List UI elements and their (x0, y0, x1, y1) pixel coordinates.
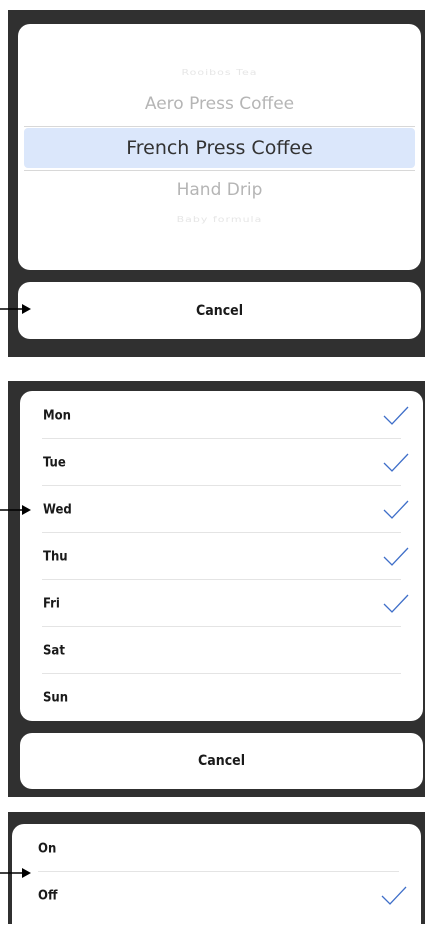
onoff-sheet: On Off (8, 812, 425, 934)
picker-line-top (24, 126, 415, 127)
day-label: Wed (43, 502, 72, 517)
cancel-button-label: Cancel (195, 302, 244, 319)
day-label: Sat (43, 643, 65, 658)
picker-item[interactable]: Rooibos Tea (18, 68, 421, 77)
checkmark-icon (383, 453, 409, 472)
day-label: Tue (43, 455, 66, 470)
picker-item-selected[interactable]: French Press Coffee (18, 137, 421, 159)
onoff-list: On Off (12, 824, 421, 934)
option-row-on[interactable]: On (12, 825, 421, 872)
cancel-button[interactable]: Cancel (18, 282, 421, 339)
days-list: Mon Tue Wed Thu Fri Sat Sun (20, 391, 423, 721)
day-row-mon[interactable]: Mon (20, 392, 423, 439)
option-label: On (38, 841, 57, 856)
day-label: Thu (43, 549, 68, 564)
checkmark-icon (383, 594, 409, 613)
picker-item[interactable]: Baby formula (18, 215, 421, 224)
option-label: Off (38, 888, 58, 903)
days-sheet: Mon Tue Wed Thu Fri Sat Sun Cancel (8, 381, 425, 797)
day-label: Sun (43, 690, 69, 705)
day-row-wed[interactable]: Wed (20, 486, 423, 533)
day-row-thu[interactable]: Thu (20, 533, 423, 580)
picker-item[interactable]: Hand Drip (18, 180, 421, 200)
arrow-right-icon (0, 505, 31, 515)
cancel-button[interactable]: Cancel (20, 733, 423, 789)
arrow-right-icon (0, 304, 31, 314)
cancel-button-label: Cancel (197, 753, 246, 769)
picker-wheel[interactable]: Rooibos Tea Aero Press Coffee French Pre… (18, 24, 421, 270)
checkmark-icon (383, 406, 409, 425)
day-label: Mon (43, 408, 72, 423)
picker-item[interactable]: Aero Press Coffee (18, 94, 421, 114)
option-row-off[interactable]: Off (12, 872, 421, 919)
day-row-fri[interactable]: Fri (20, 580, 423, 627)
checkmark-icon (383, 547, 409, 566)
checkmark-icon (381, 886, 407, 905)
day-row-tue[interactable]: Tue (20, 439, 423, 486)
day-row-sat[interactable]: Sat (20, 627, 423, 674)
picker-line-bottom (24, 170, 415, 171)
day-label: Fri (43, 596, 60, 611)
picker-sheet: Rooibos Tea Aero Press Coffee French Pre… (8, 10, 425, 357)
checkmark-icon (383, 500, 409, 519)
arrow-right-icon (0, 868, 31, 878)
day-row-sun[interactable]: Sun (20, 674, 423, 721)
